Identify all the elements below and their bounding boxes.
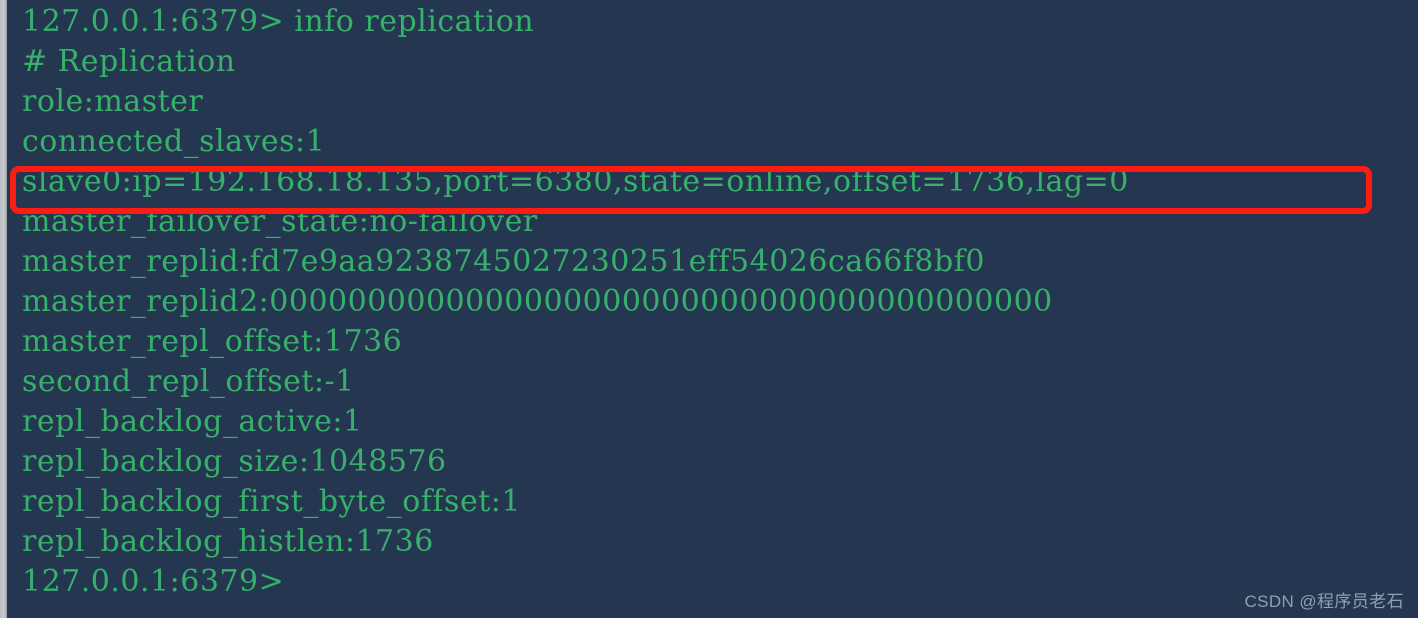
- terminal-line-slave0: slave0:ip=192.168.18.135,port=6380,state…: [22, 164, 1129, 199]
- terminal-line-trailing-prompt: 127.0.0.1:6379>: [22, 564, 285, 599]
- terminal-line-prompt-command: 127.0.0.1:6379> info replication: [22, 4, 535, 39]
- terminal-line-second-repl-offset: second_repl_offset:-1: [22, 364, 355, 399]
- terminal-line-master-failover-state: master_failover_state:no-failover: [22, 204, 538, 239]
- terminal-line-master-replid2: master_replid2:0000000000000000000000000…: [22, 284, 1053, 319]
- watermark-label: CSDN @程序员老石: [1244, 592, 1404, 611]
- terminal-line-repl-backlog-size: repl_backlog_size:1048576: [22, 444, 447, 479]
- terminal-line-repl-backlog-active: repl_backlog_active:1: [22, 404, 363, 439]
- terminal-line-repl-backlog-histlen: repl_backlog_histlen:1736: [22, 524, 434, 559]
- terminal-line-repl-backlog-first-byte-offset: repl_backlog_first_byte_offset:1: [22, 484, 521, 519]
- terminal-window[interactable]: 127.0.0.1:6379> info replication # Repli…: [0, 0, 1418, 618]
- terminal-line-role: role:master: [22, 84, 204, 119]
- terminal-output: 127.0.0.1:6379> info replication # Repli…: [0, 0, 1418, 602]
- terminal-line-connected-slaves: connected_slaves:1: [22, 124, 326, 159]
- terminal-line-section-header: # Replication: [22, 44, 236, 79]
- terminal-line-master-replid: master_replid:fd7e9aa9238745027230251eff…: [22, 244, 985, 279]
- terminal-line-master-repl-offset: master_repl_offset:1736: [22, 324, 403, 359]
